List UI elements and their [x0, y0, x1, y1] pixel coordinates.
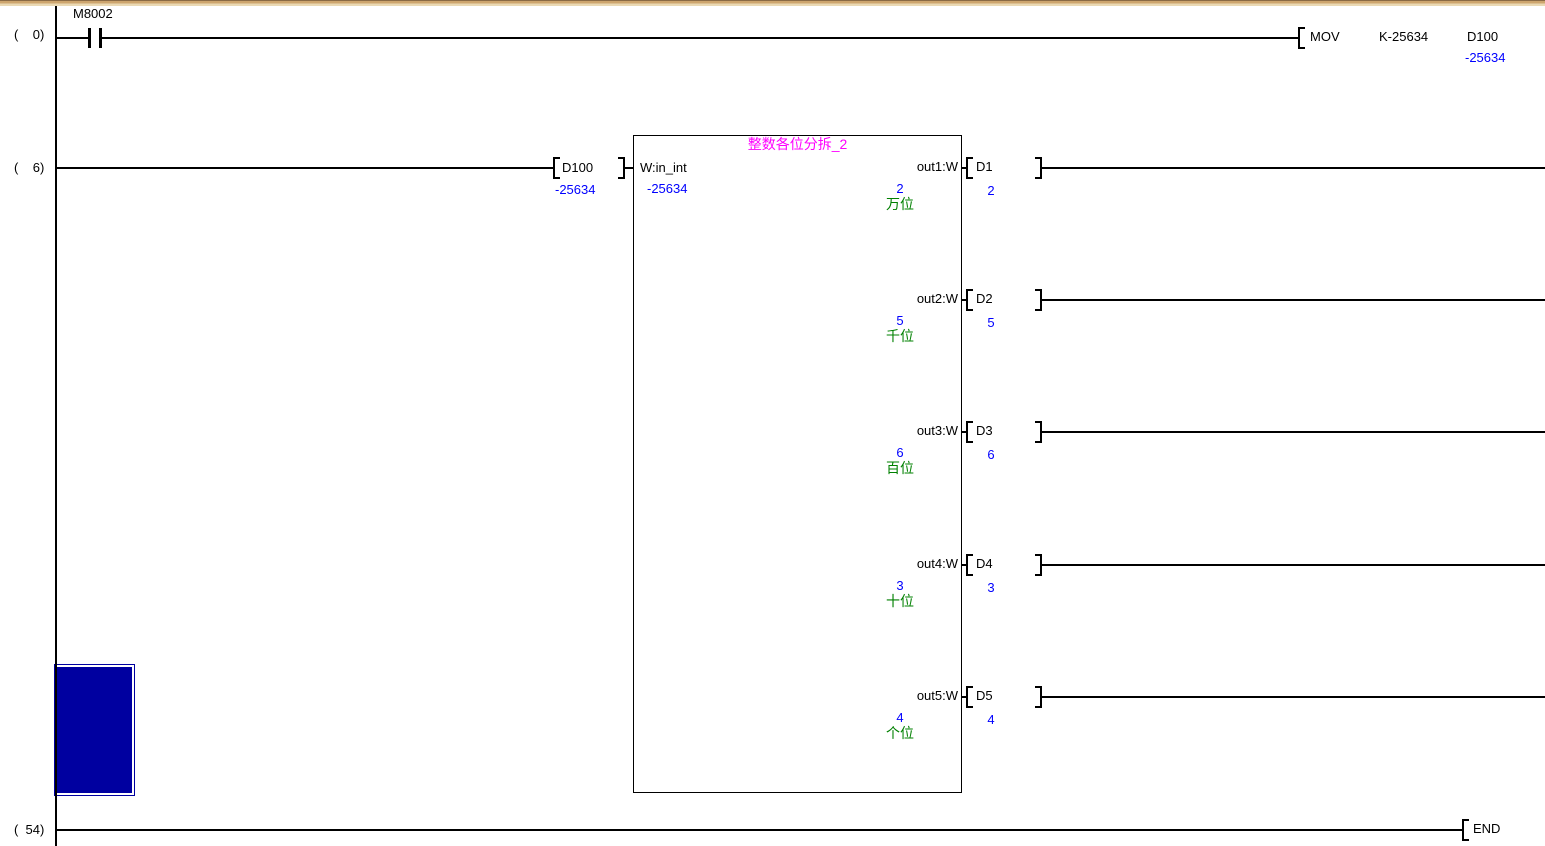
out3-device-monitor-value: 6	[987, 447, 995, 462]
out2-device-operand[interactable]: D2	[966, 289, 1042, 311]
rung0-step-number: ( 0)	[14, 27, 45, 42]
mov-dest-monitor-value: -25634	[1465, 50, 1506, 65]
rung0-wire-main	[102, 37, 1300, 39]
out1-monitor-value: 2	[896, 181, 904, 196]
out5-wire-run	[1041, 696, 1545, 698]
out5-pin-label: out5:W	[916, 688, 958, 703]
out1-pin-label: out1:W	[916, 159, 958, 174]
rung6-wire-to-block	[625, 167, 633, 169]
end-label: END	[1473, 821, 1501, 836]
mov-dest-operand: D100	[1467, 29, 1499, 44]
out1-wire-run	[1041, 167, 1545, 169]
out4-monitor-value: 3	[896, 578, 904, 593]
out3-comment: 百位	[886, 460, 914, 476]
fb-input-pin-label: W:in_int	[640, 160, 687, 175]
out4-comment: 十位	[886, 593, 914, 609]
out5-device-monitor-value: 4	[987, 712, 995, 727]
out2-device: D2	[976, 291, 993, 306]
rung0-contact-label: M8002	[73, 6, 113, 21]
d100-device: D100	[562, 160, 594, 175]
out5-device: D5	[976, 688, 993, 703]
out4-device-monitor-value: 3	[987, 580, 995, 595]
out3-wire-run	[1041, 431, 1545, 433]
out1-device-operand[interactable]: D1	[966, 157, 1042, 179]
ladder-editor-canvas: ( 0) M8002 MOV K-25634 D100 -25634 ( 6) …	[0, 0, 1545, 846]
mov-source-operand: K-25634	[1379, 29, 1429, 44]
out4-open-bracket	[966, 554, 973, 576]
mov-open-bracket	[1298, 27, 1305, 49]
out4-wire-run	[1041, 564, 1545, 566]
rung54-step-number: ( 54)	[14, 822, 45, 837]
fb-input-monitor-value: -25634	[647, 181, 688, 196]
out3-open-bracket	[966, 421, 973, 443]
fb-input-operand-d100[interactable]: D100 -25634	[553, 155, 625, 200]
function-block-title: 整数各位分拆_2	[747, 136, 848, 152]
out5-open-bracket	[966, 686, 973, 708]
out5-comment: 个位	[886, 725, 914, 741]
out3-device: D3	[976, 423, 993, 438]
d100-open-bracket	[553, 157, 560, 179]
mov-opcode: MOV	[1310, 29, 1340, 44]
rung54-wire	[57, 829, 1462, 831]
contact-bar-left	[88, 28, 91, 48]
left-power-rail	[55, 6, 57, 846]
out2-comment: 千位	[886, 328, 914, 344]
out1-device: D1	[976, 159, 993, 174]
out4-device: D4	[976, 556, 993, 571]
out4-pin-label: out4:W	[916, 556, 958, 571]
out2-device-monitor-value: 5	[987, 315, 995, 330]
out5-monitor-value: 4	[896, 710, 904, 725]
d100-monitor-value: -25634	[555, 182, 596, 197]
rung6-wire-left	[57, 167, 553, 169]
end-open-bracket	[1462, 819, 1469, 841]
out2-wire-run	[1041, 299, 1545, 301]
rung6-step-number: ( 6)	[14, 160, 45, 175]
instruction-end[interactable]: END	[1462, 819, 1522, 841]
out3-device-operand[interactable]: D3	[966, 421, 1042, 443]
out2-open-bracket	[966, 289, 973, 311]
rung0-wire-left	[57, 37, 88, 39]
contact-m8002[interactable]	[88, 28, 102, 48]
out2-pin-label: out2:W	[916, 291, 958, 306]
out1-comment: 万位	[886, 196, 914, 212]
d100-close-bracket	[618, 157, 625, 179]
out5-device-operand[interactable]: D5	[966, 686, 1042, 708]
window-top-border	[0, 0, 1545, 6]
instruction-mov[interactable]: MOV K-25634 D100 -25634	[1298, 22, 1538, 67]
out4-device-operand[interactable]: D4	[966, 554, 1042, 576]
out1-device-monitor-value: 2	[987, 183, 995, 198]
out3-pin-label: out3:W	[916, 423, 958, 438]
out2-monitor-value: 5	[896, 313, 904, 328]
edit-cursor-cell[interactable]	[54, 664, 135, 796]
out3-monitor-value: 6	[896, 445, 904, 460]
out1-open-bracket	[966, 157, 973, 179]
